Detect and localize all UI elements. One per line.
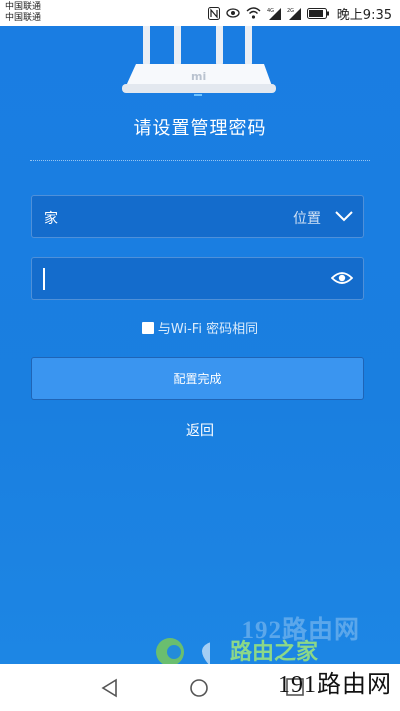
signal-4g-icon: 4G <box>267 7 281 20</box>
back-link[interactable]: 返回 <box>0 420 400 440</box>
carrier-2-label: 中国联通 <box>5 13 42 23</box>
nfc-icon <box>207 6 220 20</box>
watermark-logo-icon <box>156 638 210 664</box>
clock: 晚上9:35 <box>336 7 392 23</box>
router-setup-screen: mi 请设置管理密码 家 位置 与Wi-Fi 密码相同 配置完成 返回 192路… <box>0 26 400 664</box>
location-select-value: 家 <box>44 211 58 227</box>
same-as-wifi-label: 与Wi-Fi 密码相同 <box>157 322 259 337</box>
status-icons: 4G 2G 晚上9:35 <box>207 5 392 23</box>
router-illustration: mi <box>122 26 276 96</box>
same-as-wifi-checkbox[interactable] <box>141 321 154 334</box>
svg-text:4G: 4G <box>267 8 274 14</box>
same-as-wifi-option[interactable]: 与Wi-Fi 密码相同 <box>0 318 400 337</box>
nav-home-icon[interactable] <box>189 678 209 698</box>
svg-text:2G: 2G <box>287 8 294 14</box>
watermark-middle: 路由之家 <box>230 640 319 664</box>
text-cursor <box>43 268 45 290</box>
location-select[interactable]: 家 位置 <box>31 195 364 238</box>
watermark-bottom: 191路由网 <box>278 672 392 698</box>
eye-comfort-icon <box>226 8 240 18</box>
chevron-down-icon <box>335 211 353 222</box>
signal-2g-icon: 2G <box>287 7 301 20</box>
status-bar: 中国联通 中国联通 4G 2G 晚上9:35 <box>0 0 400 26</box>
location-select-label: 位置 <box>293 211 321 227</box>
page-title: 请设置管理密码 <box>133 118 267 139</box>
nav-back-icon[interactable] <box>100 678 120 698</box>
carrier-1-label: 中国联通 <box>5 2 42 12</box>
password-input[interactable] <box>31 257 364 300</box>
confirm-setup-button[interactable]: 配置完成 <box>31 357 364 400</box>
divider <box>30 160 370 161</box>
battery-icon <box>306 7 329 19</box>
wifi-icon <box>246 7 261 19</box>
svg-text:mi: mi <box>191 70 206 83</box>
show-password-eye-icon[interactable] <box>331 271 353 285</box>
